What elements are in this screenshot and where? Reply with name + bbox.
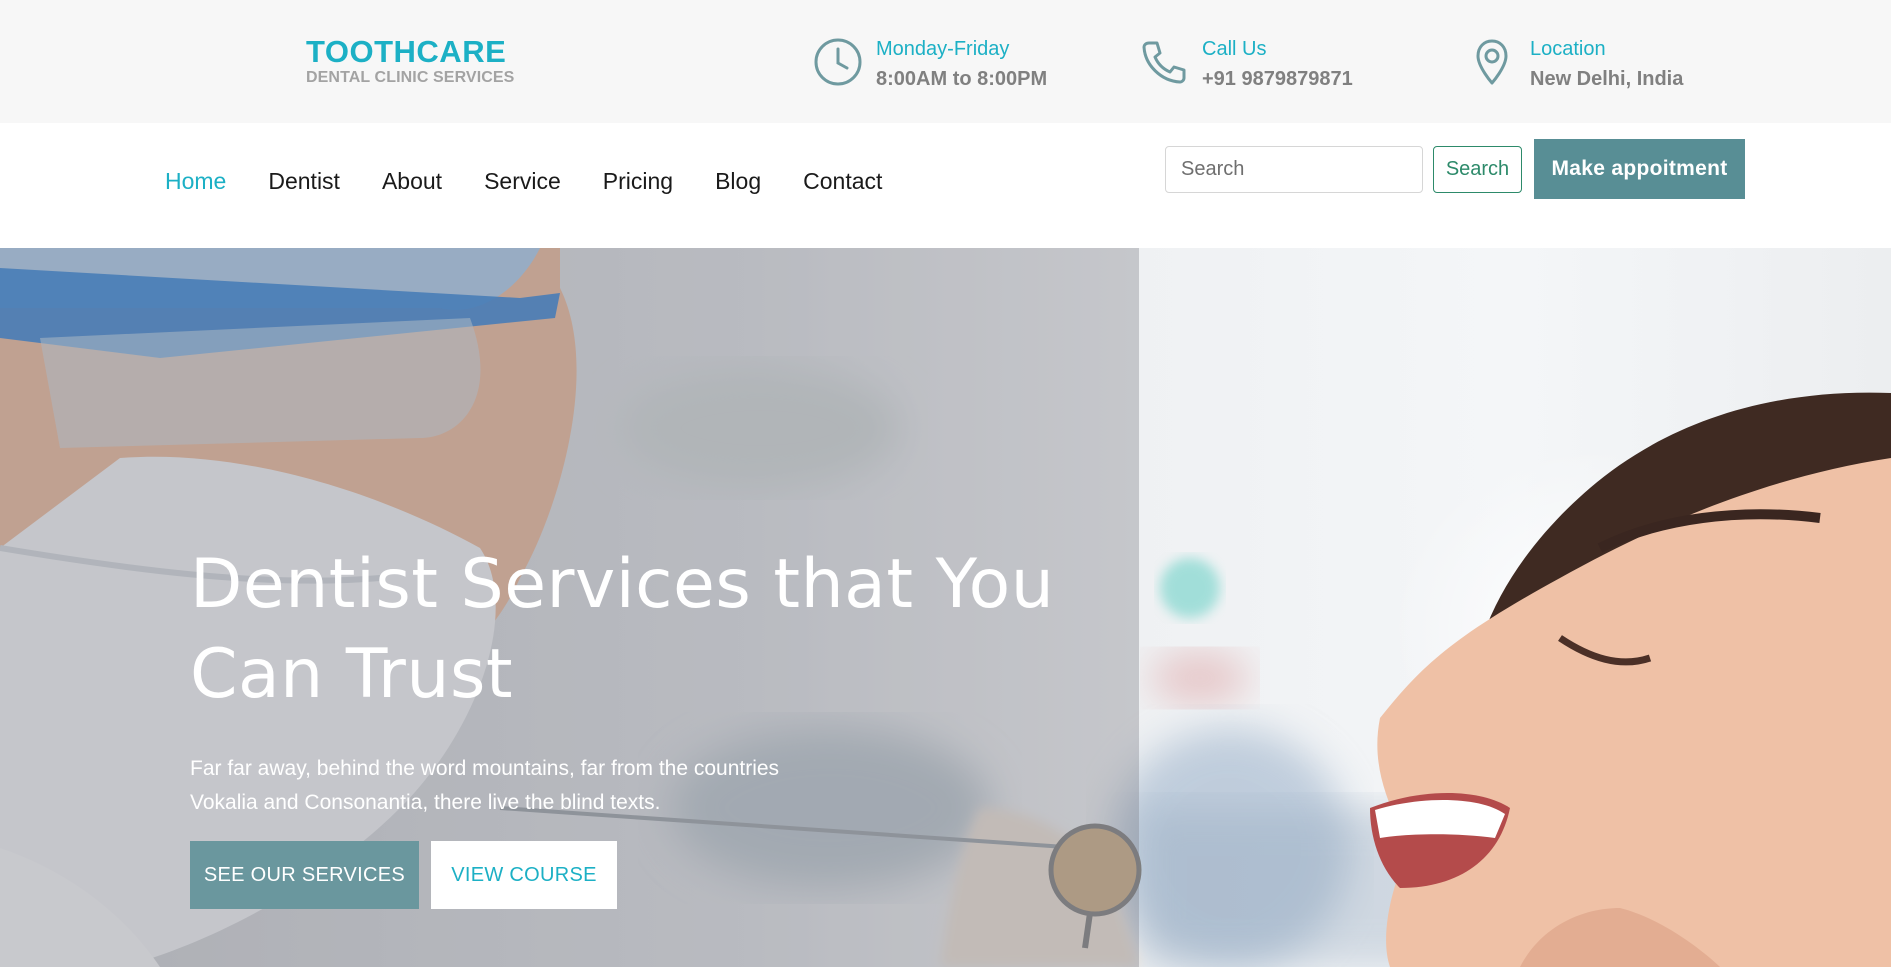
hours-info: Monday-Friday 8:00AM to 8:00PM <box>812 36 1047 92</box>
nav-item-dentist[interactable]: Dentist <box>268 166 340 196</box>
main-navbar: Home Dentist About Service Pricing Blog … <box>0 123 1891 248</box>
brand-subtitle: DENTAL CLINIC SERVICES <box>306 69 515 86</box>
call-label: Call Us <box>1202 38 1267 60</box>
phone-icon <box>1138 36 1190 88</box>
location-label: Location <box>1530 38 1606 60</box>
nav-menu: Home Dentist About Service Pricing Blog … <box>165 166 924 196</box>
search-button[interactable]: Search <box>1433 146 1522 193</box>
nav-item-home[interactable]: Home <box>165 166 226 196</box>
location-value: New Delhi, India <box>1530 68 1684 90</box>
hero-title: Dentist Services that You Can Trust <box>190 545 1055 714</box>
clock-icon <box>812 36 864 88</box>
see-our-services-button[interactable]: SEE OUR SERVICES <box>190 841 419 909</box>
hero-section: Dentist Services that You Can Trust Far … <box>0 248 1891 967</box>
search-input[interactable] <box>1165 146 1423 193</box>
nav-item-pricing[interactable]: Pricing <box>603 166 673 196</box>
call-info: Call Us +91 9879879871 <box>1138 36 1353 92</box>
make-appointment-button[interactable]: Make appoitment <box>1534 139 1745 199</box>
nav-item-about[interactable]: About <box>382 166 442 196</box>
hours-value: 8:00AM to 8:00PM <box>876 68 1048 90</box>
call-value[interactable]: +91 9879879871 <box>1202 66 1353 92</box>
nav-item-contact[interactable]: Contact <box>803 166 882 196</box>
location-info: Location New Delhi, India <box>1466 36 1683 92</box>
top-info-bar: TOOTHCARE DENTAL CLINIC SERVICES Monday-… <box>0 0 1891 123</box>
map-pin-icon <box>1466 36 1518 88</box>
nav-item-service[interactable]: Service <box>484 166 561 196</box>
nav-item-blog[interactable]: Blog <box>715 166 761 196</box>
brand-logo[interactable]: TOOTHCARE DENTAL CLINIC SERVICES <box>306 36 514 87</box>
brand-title: TOOTHCARE <box>306 34 507 69</box>
hero-description: Far far away, behind the word mountains,… <box>190 757 780 814</box>
hours-label: Monday-Friday <box>876 38 1010 60</box>
view-course-button[interactable]: VIEW COURSE <box>431 841 617 909</box>
